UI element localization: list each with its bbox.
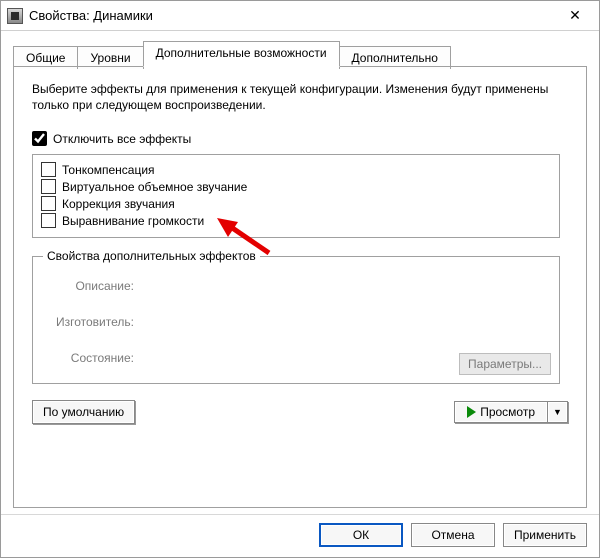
app-icon xyxy=(7,8,23,24)
effect-checkbox[interactable] xyxy=(41,196,56,211)
tab-strip: Общие Уровни Дополнительные возможности … xyxy=(13,41,587,67)
effect-label: Тонкомпенсация xyxy=(62,163,155,177)
effect-label: Виртуальное объемное звучание xyxy=(62,180,247,194)
instruction-text: Выберите эффекты для применения к текуще… xyxy=(32,81,568,113)
tab-enhancements[interactable]: Дополнительные возможности xyxy=(143,41,340,67)
description-label: Описание: xyxy=(47,279,142,293)
group-legend: Свойства дополнительных эффектов xyxy=(43,249,260,263)
status-label: Состояние: xyxy=(47,351,142,365)
preview-label: Просмотр xyxy=(480,405,535,419)
disable-all-effects-label: Отключить все эффекты xyxy=(53,132,191,146)
parameters-button[interactable]: Параметры... xyxy=(459,353,551,375)
preview-dropdown-button[interactable]: ▼ xyxy=(548,401,568,423)
effect-checkbox[interactable] xyxy=(41,213,56,228)
cancel-button[interactable]: Отмена xyxy=(411,523,495,547)
defaults-button[interactable]: По умолчанию xyxy=(32,400,135,424)
effect-properties-group: Свойства дополнительных эффектов Описани… xyxy=(32,256,560,384)
effect-item[interactable]: Виртуальное объемное звучание xyxy=(41,178,551,195)
close-icon: ✕ xyxy=(569,7,581,24)
ok-button[interactable]: ОК xyxy=(319,523,403,547)
effect-checkbox[interactable] xyxy=(41,162,56,177)
preview-button[interactable]: Просмотр xyxy=(454,401,548,423)
disable-all-effects-checkbox[interactable] xyxy=(32,131,47,146)
effect-item[interactable]: Коррекция звучания xyxy=(41,195,551,212)
dialog-button-row: ОК Отмена Применить xyxy=(1,514,599,557)
vendor-label: Изготовитель: xyxy=(47,315,142,329)
close-button[interactable]: ✕ xyxy=(555,2,595,30)
effect-checkbox[interactable] xyxy=(41,179,56,194)
window-title: Свойства: Динамики xyxy=(29,8,555,23)
enhancements-panel: Выберите эффекты для применения к текуще… xyxy=(13,67,587,508)
apply-button[interactable]: Применить xyxy=(503,523,587,547)
play-icon xyxy=(467,406,476,418)
effect-item[interactable]: Тонкомпенсация xyxy=(41,161,551,178)
effect-item[interactable]: Выравнивание громкости xyxy=(41,212,551,229)
effect-label: Выравнивание громкости xyxy=(62,214,204,228)
effects-list: Тонкомпенсация Виртуальное объемное звуч… xyxy=(32,154,560,238)
effect-label: Коррекция звучания xyxy=(62,197,175,211)
properties-dialog: Свойства: Динамики ✕ Общие Уровни Дополн… xyxy=(0,0,600,558)
titlebar: Свойства: Динамики ✕ xyxy=(1,1,599,31)
chevron-down-icon: ▼ xyxy=(553,407,562,417)
